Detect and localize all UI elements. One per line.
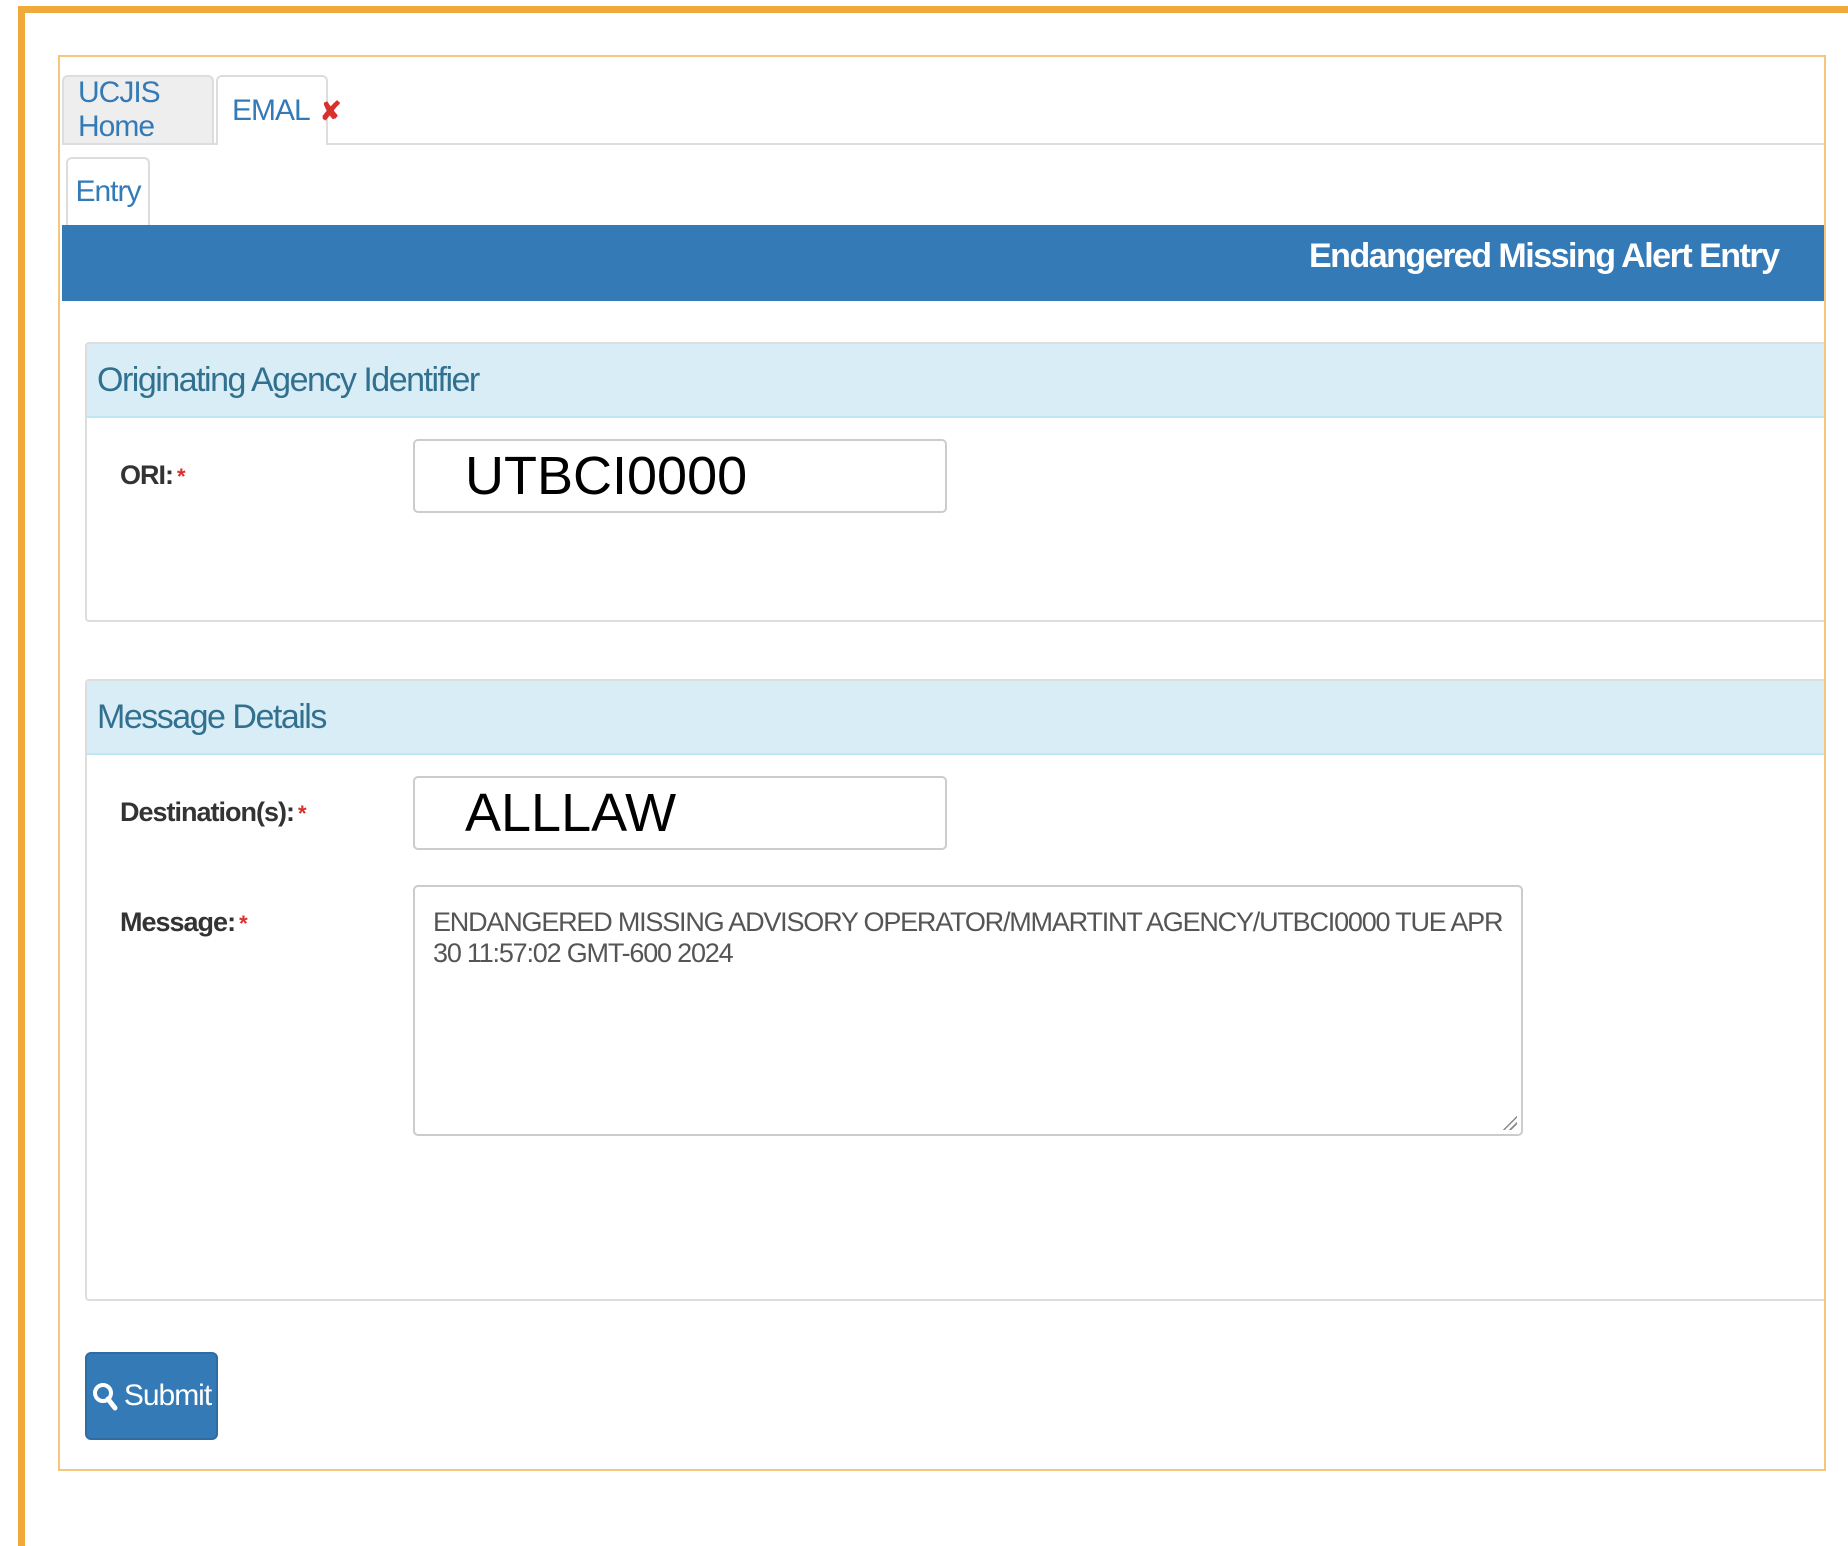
required-marker: * bbox=[177, 464, 186, 489]
page-header: Endangered Missing Alert Entry bbox=[62, 225, 1824, 301]
ori-input[interactable] bbox=[413, 439, 947, 513]
resize-handle[interactable] bbox=[1501, 1114, 1517, 1130]
message-label: Message: * bbox=[120, 907, 248, 938]
app-window: UCJIS Home EMAL ✘ Entry Endangered Missi… bbox=[58, 55, 1826, 1471]
ori-panel: Originating Agency Identifier ORI: * bbox=[85, 342, 1824, 622]
destination-label: Destination(s): * bbox=[120, 797, 307, 828]
required-marker: * bbox=[239, 911, 248, 936]
sub-tab-bar: Entry bbox=[62, 157, 1824, 225]
tab-entry-label: Entry bbox=[75, 175, 141, 208]
submit-button[interactable]: Submit bbox=[85, 1352, 218, 1440]
destination-label-text: Destination(s): bbox=[120, 797, 295, 827]
required-marker: * bbox=[298, 801, 307, 826]
ori-label-text: ORI: bbox=[120, 460, 174, 490]
message-text: ENDANGERED MISSING ADVISORY OPERATOR/MMA… bbox=[433, 907, 1503, 968]
message-details-heading: Message Details bbox=[87, 681, 1824, 755]
destination-input[interactable] bbox=[413, 776, 947, 850]
submit-label: Submit bbox=[123, 1379, 212, 1412]
message-textarea[interactable]: ENDANGERED MISSING ADVISORY OPERATOR/MMA… bbox=[413, 885, 1523, 1136]
message-details-panel: Message Details Destination(s):* Message… bbox=[85, 679, 1824, 1301]
close-icon[interactable]: ✘ bbox=[320, 96, 342, 127]
top-tab-bar: UCJIS Home EMAL ✘ bbox=[62, 75, 1824, 145]
tab-ucjis-home-label: UCJIS Home bbox=[78, 76, 161, 143]
ori-panel-heading: Originating Agency Identifier bbox=[87, 344, 1824, 418]
ori-label: ORI: * bbox=[120, 460, 186, 491]
tab-emal[interactable]: EMAL ✘ bbox=[216, 75, 341, 145]
message-label-text: Message: bbox=[120, 907, 236, 937]
tab-ucjis-home[interactable]: UCJIS Home bbox=[62, 75, 214, 143]
tab-entry[interactable]: Entry bbox=[66, 157, 150, 225]
tab-emal-label: EMAL bbox=[232, 94, 311, 127]
page-title: Endangered Missing Alert Entry bbox=[1309, 237, 1780, 275]
search-icon bbox=[92, 1383, 118, 1411]
